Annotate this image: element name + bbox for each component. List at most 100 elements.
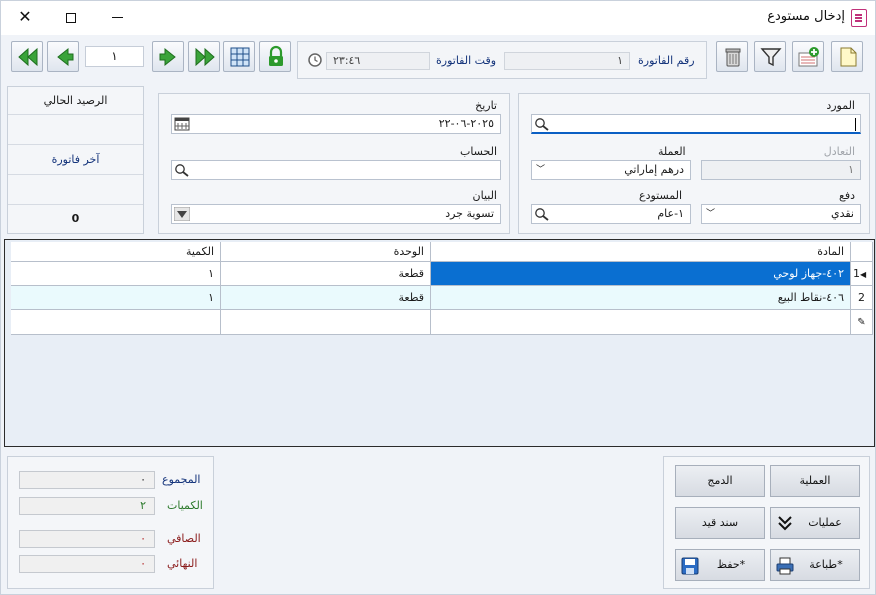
- table-row-1-qty[interactable]: ١: [11, 262, 221, 286]
- double-chevron-down-icon: [778, 516, 792, 531]
- lock-icon: [269, 45, 283, 66]
- net-label: الصافي: [167, 532, 201, 545]
- last-record-button[interactable]: [188, 41, 220, 72]
- payment-value: نقدي: [830, 207, 854, 220]
- currency-select[interactable]: درهم إماراتي ﹀: [531, 160, 691, 180]
- table-grid-icon: [230, 47, 250, 67]
- payment-select[interactable]: نقدي ﹀: [701, 204, 861, 224]
- quantities-field: ٢: [19, 497, 155, 515]
- new-button[interactable]: [831, 41, 863, 72]
- invoice-info-panel: ٢٣:٤٦ وقت الفاتورة ١ رقم الفاتورة: [297, 41, 707, 79]
- print-button[interactable]: طباعة*: [770, 549, 860, 581]
- current-balance-value: [8, 115, 143, 145]
- add-record-icon: [798, 47, 819, 67]
- supplier-panel: المورد التعادل ١ العملة درهم إماراتي ﹀ د…: [518, 93, 870, 234]
- table-row-2-item[interactable]: ٤٠٦-نقاط البيع: [431, 286, 851, 310]
- last-invoice-label: آخر فاتورة: [8, 145, 143, 175]
- invoice-details-panel: تاريخ ٢٠٢٥-٠٦-٢٢ الحساب البيان تسوية جرد: [158, 93, 510, 234]
- window: ✕ إدخال مستودع ١ ٢٣:٤٦ وقت الفاتورة ١ رق…: [0, 0, 876, 595]
- add-button[interactable]: [792, 41, 824, 72]
- column-header-qty[interactable]: الكمية: [11, 242, 221, 262]
- table-row-3-unit[interactable]: [221, 310, 431, 335]
- net-field: ٠: [19, 530, 155, 548]
- chevron-down-icon: ﹀: [706, 209, 716, 219]
- invoice-time-label: وقت الفاتورة: [436, 54, 497, 67]
- save-label: حفظ*: [716, 558, 746, 571]
- search-icon: [535, 208, 549, 221]
- warehouse-label: المستودع: [639, 189, 683, 202]
- new-row-header[interactable]: ✎: [851, 310, 873, 335]
- currency-label: العملة: [658, 145, 686, 158]
- clock-icon: [308, 53, 322, 67]
- search-icon: [535, 118, 549, 131]
- table-row-1-item[interactable]: ٤٠٢-جهاز لوحي: [431, 262, 851, 286]
- date-field[interactable]: ٢٠٢٥-٠٦-٢٢: [171, 114, 501, 134]
- app-icon: [851, 9, 867, 27]
- arrow-right-icon: [159, 47, 176, 67]
- window-title: إدخال مستودع: [767, 9, 845, 24]
- date-value: ٢٠٢٥-٠٦-٢٢: [438, 117, 494, 130]
- current-balance-label: الرصيد الحالي: [8, 87, 143, 115]
- exchange-rate-label: التعادل: [823, 145, 855, 158]
- double-arrow-left-icon: [18, 47, 38, 67]
- invoice-time-field: ٢٣:٤٦: [326, 52, 430, 70]
- operations-label: عمليات: [808, 516, 842, 529]
- delete-button[interactable]: [716, 41, 748, 72]
- account-field[interactable]: [171, 160, 501, 180]
- items-table: الكمية الوحدة المادة ١ قطعة ٤٠٢-جهاز لوح…: [4, 239, 875, 447]
- grid-view-button[interactable]: [223, 41, 255, 72]
- journal-voucher-button[interactable]: سند قيد: [675, 507, 765, 539]
- arrow-left-icon: [57, 47, 74, 67]
- balance-value: 0: [71, 212, 80, 225]
- supplier-label: المورد: [826, 99, 855, 112]
- table-row-3-qty[interactable]: [11, 310, 221, 335]
- supplier-input[interactable]: [531, 114, 861, 134]
- lock-button[interactable]: [259, 41, 291, 72]
- first-record-button[interactable]: [11, 41, 43, 72]
- column-header-item[interactable]: المادة: [431, 242, 851, 262]
- filter-button[interactable]: [754, 41, 786, 72]
- quantities-label: الكميات: [167, 499, 203, 512]
- statement-field[interactable]: تسوية جرد: [171, 204, 501, 224]
- row-header-corner: [851, 242, 873, 262]
- maximize-icon[interactable]: [57, 5, 85, 29]
- chevron-down-icon: ﹀: [536, 165, 546, 175]
- final-label: النهائي: [167, 557, 198, 570]
- current-row-icon: ◀: [860, 270, 867, 279]
- date-label: تاريخ: [475, 99, 497, 112]
- operation-button[interactable]: العملية: [770, 465, 860, 497]
- table-row-1-unit[interactable]: قطعة: [221, 262, 431, 286]
- next-record-button[interactable]: [152, 41, 184, 72]
- double-arrow-right-icon: [195, 47, 215, 67]
- calendar-icon: [174, 117, 190, 131]
- table-row-2-qty[interactable]: ١: [11, 286, 221, 310]
- save-button[interactable]: حفظ*: [675, 549, 765, 581]
- total-label: المجموع: [162, 473, 201, 486]
- table-row-2-unit[interactable]: قطعة: [221, 286, 431, 310]
- merge-button[interactable]: الدمج: [675, 465, 765, 497]
- last-invoice-value: [8, 175, 143, 205]
- dropdown-triangle-icon: [174, 207, 190, 221]
- printer-icon: [776, 557, 794, 575]
- column-header-unit[interactable]: الوحدة: [221, 242, 431, 262]
- search-icon: [175, 164, 189, 177]
- table-row-3-item[interactable]: [431, 310, 851, 335]
- total-field: ٠: [19, 471, 155, 489]
- close-icon[interactable]: ✕: [11, 5, 39, 29]
- invoice-number-label: رقم الفاتورة: [638, 54, 695, 67]
- trash-icon: [725, 48, 741, 67]
- exchange-rate-field: ١: [701, 160, 861, 180]
- page-number-input[interactable]: ١: [85, 46, 144, 67]
- account-label: الحساب: [459, 145, 497, 158]
- table-row-1-header[interactable]: 1◀: [851, 262, 873, 286]
- statement-label: البيان: [472, 189, 497, 202]
- warehouse-field[interactable]: ١-عام: [531, 204, 691, 224]
- currency-value: درهم إماراتي: [624, 163, 684, 176]
- operations-button[interactable]: عمليات: [770, 507, 860, 539]
- previous-record-button[interactable]: [47, 41, 79, 72]
- minimize-icon[interactable]: [103, 5, 131, 29]
- table-row-2-header[interactable]: 2: [851, 286, 873, 310]
- row-number: 1: [853, 267, 860, 280]
- title-bar: ✕ إدخال مستودع: [1, 1, 875, 35]
- final-field: ٠: [19, 555, 155, 573]
